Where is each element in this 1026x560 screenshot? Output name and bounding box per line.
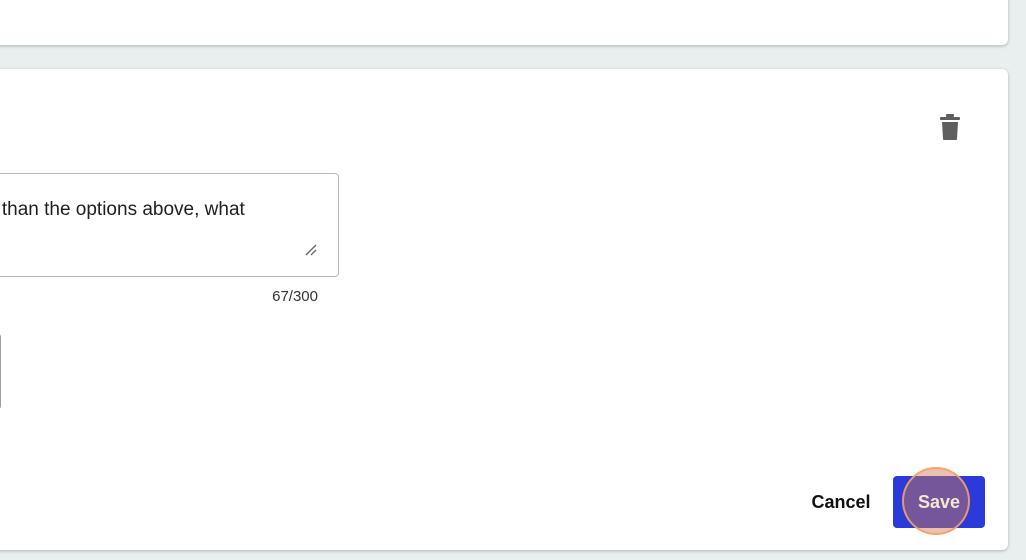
textarea-value: e than the options above, what: [0, 199, 245, 220]
question-card: [0, 69, 1008, 550]
cancel-button[interactable]: Cancel: [800, 482, 882, 522]
form-editor-view: e than the options above, what 67/300 Ca…: [0, 0, 1026, 560]
trash-icon: [940, 114, 960, 140]
character-counter: 67/300: [272, 288, 318, 305]
delete-question-button[interactable]: [933, 108, 967, 146]
previous-question-card: [0, 0, 1008, 45]
save-button[interactable]: [893, 476, 985, 528]
resize-grip-icon[interactable]: [303, 242, 317, 256]
secondary-input-field[interactable]: [0, 333, 1, 410]
other-option-textarea[interactable]: [0, 173, 339, 277]
